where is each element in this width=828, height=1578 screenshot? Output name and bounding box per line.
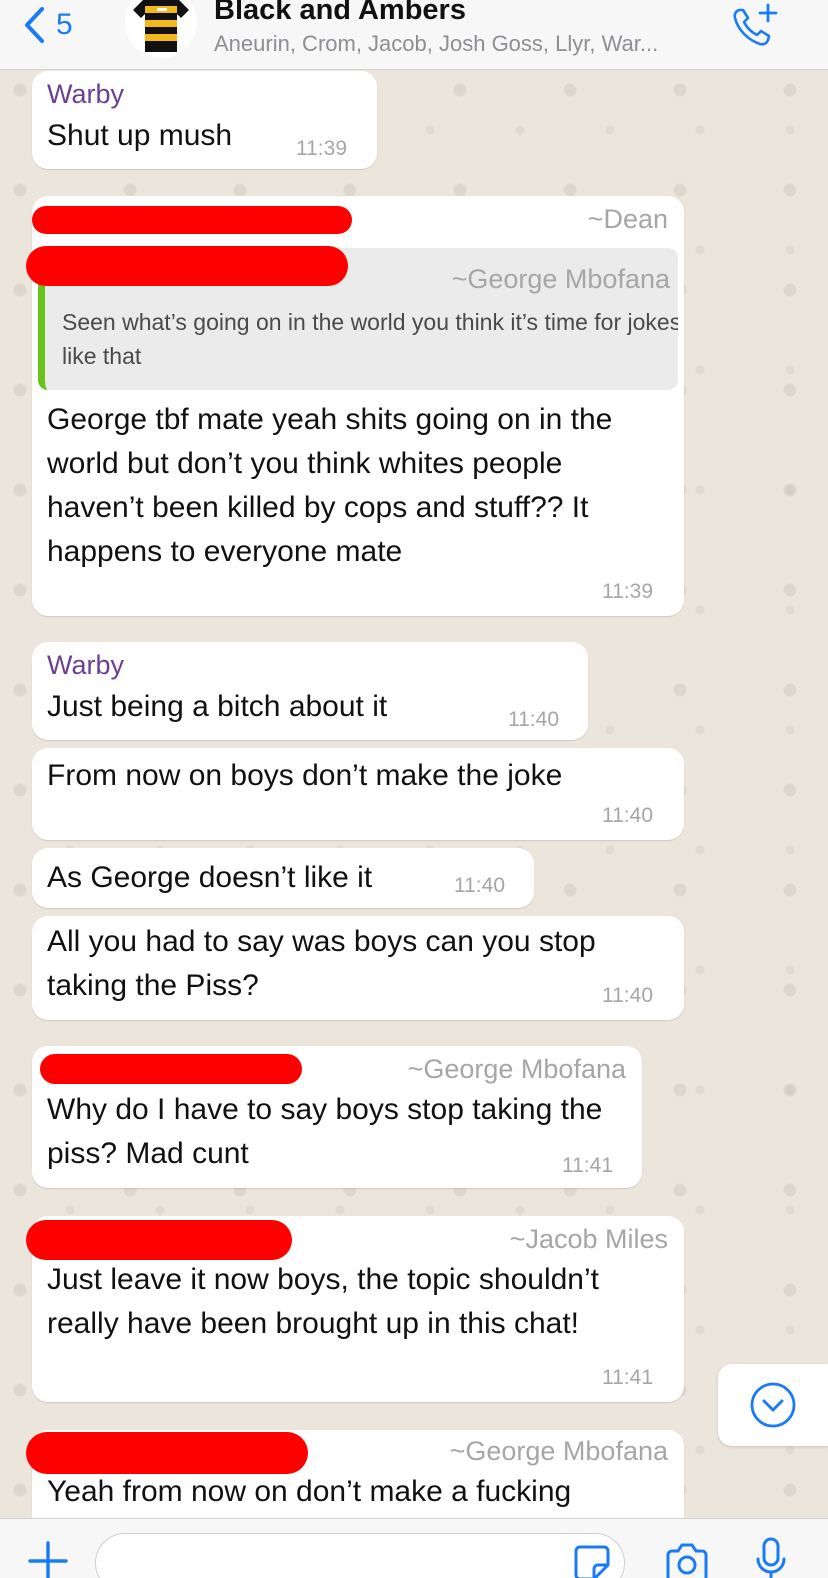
redaction-mark bbox=[32, 206, 352, 234]
chevron-left-icon bbox=[25, 7, 44, 43]
camera-icon bbox=[666, 1543, 708, 1578]
message-text: Just leave it now boys, the topic should… bbox=[47, 1263, 599, 1340]
message-sender: ~George Mbofana bbox=[407, 1054, 626, 1084]
message-bubble[interactable]: ~Jacob Miles Just leave it now boys, the… bbox=[26, 1216, 684, 1402]
sticker-icon bbox=[574, 1545, 610, 1578]
quoted-author: ~George Mbofana bbox=[451, 264, 670, 294]
message-text: Why do I have to say boys stop taking th… bbox=[47, 1093, 603, 1170]
message-time: 11:41 bbox=[562, 1154, 613, 1177]
message-time: 11:40 bbox=[508, 708, 559, 731]
message-text: From now on boys don’t make the joke bbox=[47, 759, 563, 792]
message-input[interactable] bbox=[95, 1533, 625, 1578]
message-time: 11:41 bbox=[602, 1366, 653, 1389]
message-bubble[interactable]: ~George Mbofana Why do I have to say boy… bbox=[32, 1046, 642, 1188]
message-sender: ~Dean bbox=[587, 204, 668, 234]
message-time: 11:40 bbox=[602, 804, 653, 827]
message-bubble[interactable]: ~George Mbofana Yeah from now on don’t m… bbox=[26, 1430, 684, 1518]
redaction-mark bbox=[26, 246, 348, 286]
add-call-button[interactable] bbox=[730, 2, 780, 50]
microphone-button[interactable] bbox=[754, 1537, 788, 1578]
message-bubble[interactable]: Warby Just being a bitch about it 11:40 bbox=[32, 642, 588, 740]
rugby-shirt-icon bbox=[133, 0, 189, 52]
scroll-to-bottom-button[interactable] bbox=[718, 1364, 828, 1446]
message-text: Just being a bitch about it bbox=[47, 690, 388, 723]
message-sender: Warby bbox=[47, 79, 125, 109]
group-name[interactable]: Black and Ambers bbox=[214, 0, 466, 27]
chevron-down-circle-icon bbox=[750, 1382, 796, 1428]
phone-add-icon bbox=[733, 3, 778, 46]
message-bubble[interactable]: As George doesn’t like it 11:40 bbox=[32, 848, 534, 908]
message-text: George tbf mate yeah shits going on in t… bbox=[47, 403, 613, 568]
group-members[interactable]: Aneurin, Crom, Jacob, Josh Goss, Llyr, W… bbox=[214, 31, 658, 57]
message-bubble[interactable]: From now on boys don’t make the joke 11:… bbox=[32, 748, 684, 840]
message-text: All you had to say was boys can you stop… bbox=[47, 925, 596, 1002]
chat-header: 5 Black and Ambers Aneurin, Crom, Jacob,… bbox=[0, 0, 828, 70]
redaction-mark bbox=[26, 1220, 292, 1260]
unread-count: 5 bbox=[56, 8, 73, 41]
message-time: 11:40 bbox=[602, 984, 653, 1007]
microphone-icon bbox=[756, 1537, 786, 1578]
message-time: 11:40 bbox=[454, 874, 505, 897]
attach-button[interactable] bbox=[26, 1539, 70, 1578]
back-button[interactable]: 5 bbox=[22, 3, 73, 47]
redaction-mark bbox=[26, 1432, 308, 1474]
message-sender: Warby bbox=[47, 650, 125, 680]
message-text: As George doesn’t like it bbox=[47, 861, 373, 894]
plus-icon bbox=[28, 1541, 68, 1578]
group-avatar[interactable] bbox=[125, 0, 197, 58]
sticker-button[interactable] bbox=[572, 1543, 612, 1578]
message-time: 11:39 bbox=[602, 580, 653, 603]
camera-button[interactable] bbox=[664, 1541, 710, 1578]
message-bubble[interactable]: All you had to say was boys can you stop… bbox=[32, 916, 684, 1020]
message-bubble[interactable]: Warby Shut up mush 11:39 bbox=[32, 71, 377, 169]
message-text: Yeah from now on don’t make a fucking bbox=[47, 1475, 572, 1508]
quoted-text: Seen what’s going on in the world you th… bbox=[62, 309, 678, 369]
message-list[interactable]: Warby Shut up mush 11:39 ~Dean ~George M… bbox=[0, 70, 828, 1518]
message-bubble[interactable]: ~Dean ~George Mbofana Seen what’s going … bbox=[26, 196, 684, 616]
message-text: Shut up mush bbox=[47, 119, 233, 152]
composer-bar bbox=[0, 1518, 828, 1578]
message-sender: ~George Mbofana bbox=[449, 1436, 668, 1466]
message-sender: ~Jacob Miles bbox=[509, 1224, 668, 1254]
message-time: 11:39 bbox=[296, 137, 347, 160]
redaction-mark bbox=[40, 1054, 302, 1084]
